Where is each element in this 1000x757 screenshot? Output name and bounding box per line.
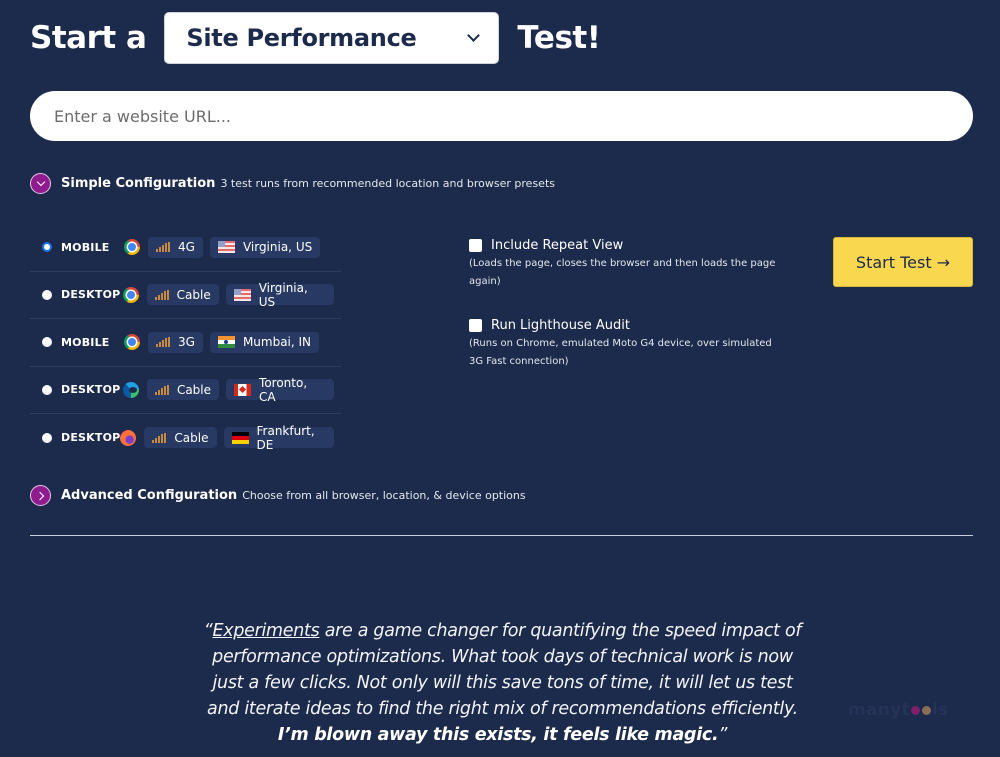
device-label: MOBILE (61, 335, 110, 349)
preset-option[interactable]: DESKTOP Cable Frankfurt, DE (30, 414, 341, 462)
radio-button[interactable] (42, 384, 52, 395)
advanced-config-title: Advanced Configuration (61, 488, 238, 503)
chevron-down-icon (467, 29, 481, 42)
connection-chip: Cable (146, 379, 220, 401)
test-type-select[interactable]: Site Performance (164, 12, 500, 64)
preset-option[interactable]: DESKTOP Cable Virginia, US (30, 272, 341, 319)
device-label: DESKTOP (61, 431, 121, 445)
radio-button[interactable] (42, 432, 52, 443)
lighthouse-option: Run Lighthouse Audit (Runs on Chrome, em… (469, 318, 789, 371)
chevron-right-icon (35, 491, 44, 500)
advanced-config-description: Choose from all browser, location, & dev… (242, 489, 526, 502)
location-label: Toronto, CA (259, 375, 308, 404)
start-test-button[interactable]: Start Test → (833, 237, 973, 287)
radio-button[interactable] (42, 289, 52, 300)
india-flag-icon (217, 336, 235, 349)
radio-button[interactable] (42, 242, 52, 253)
connection-chip: 3G (148, 331, 203, 353)
simple-config-title: Simple Configuration (61, 176, 216, 191)
connection-label: 3G (178, 335, 195, 350)
connection-chip: Cable (146, 284, 219, 306)
heading-suffix: Test! (517, 20, 601, 56)
repeat-view-note: (Loads the page, closes the browser and … (469, 258, 776, 287)
preset-list: MOBILE 4G Virginia, US DESKTOP Cable Vir… (30, 224, 341, 462)
radio-button[interactable] (42, 337, 52, 348)
signal-icon (156, 242, 170, 253)
location-chip: Virginia, US (209, 236, 321, 258)
chevron-down-icon (36, 177, 45, 187)
simple-config-description: 3 test runs from recommended location an… (220, 177, 555, 190)
chrome-icon (122, 286, 139, 303)
signal-icon (156, 337, 170, 348)
us-flag-icon (233, 288, 251, 301)
germany-flag-icon (231, 431, 249, 444)
connection-label: Cable (174, 430, 209, 445)
signal-icon (152, 432, 167, 443)
connection-chip: 4G (148, 236, 203, 258)
location-chip: Toronto, CA (226, 376, 334, 404)
testimonial-emphasis: I’m blown away this exists, it feels lik… (277, 725, 719, 745)
chrome-icon (124, 239, 140, 256)
lighthouse-note: (Runs on Chrome, emulated Moto G4 device… (469, 338, 772, 367)
lighthouse-label[interactable]: Run Lighthouse Audit (491, 318, 630, 333)
location-label: Virginia, US (242, 240, 313, 255)
watermark-text-end: ls (932, 700, 949, 720)
canada-flag-icon (234, 383, 252, 396)
signal-icon (154, 384, 169, 395)
connection-label: Cable (176, 287, 211, 302)
test-type-value: Site Performance (186, 24, 417, 52)
firefox-icon (120, 429, 137, 446)
us-flag-icon (217, 241, 235, 254)
open-quote: “ (203, 621, 213, 641)
signal-icon (154, 289, 169, 300)
watermark-text-start: manyt (848, 700, 910, 720)
lighthouse-checkbox[interactable] (469, 319, 482, 332)
url-input[interactable] (30, 91, 973, 141)
location-chip: Virginia, US (225, 281, 334, 309)
location-chip: Mumbai, IN (209, 331, 320, 353)
device-label: DESKTOP (61, 288, 121, 302)
expand-toggle-button[interactable] (30, 485, 51, 506)
location-label: Frankfurt, DE (256, 423, 315, 452)
edge-icon (122, 381, 139, 398)
watermark-dot-icon (922, 705, 931, 715)
connection-label: 4G (178, 240, 195, 255)
advanced-configuration-header[interactable]: Advanced Configuration Choose from all b… (30, 485, 526, 506)
preset-option[interactable]: MOBILE 4G Virginia, US (30, 224, 341, 272)
connection-label: Cable (176, 382, 212, 397)
preset-option[interactable]: DESKTOP Cable Toronto, CA (30, 367, 341, 414)
repeat-view-checkbox[interactable] (469, 239, 482, 252)
repeat-view-option: Include Repeat View (Loads the page, clo… (469, 238, 789, 291)
manytools-watermark: manyt ls (848, 700, 949, 720)
close-quote: ” (718, 725, 728, 745)
device-label: DESKTOP (61, 383, 121, 397)
testimonial-quote: “Experiments are a game changer for quan… (200, 618, 805, 748)
preset-option[interactable]: MOBILE 3G Mumbai, IN (30, 319, 341, 367)
chrome-icon (124, 334, 140, 351)
connection-chip: Cable (144, 427, 217, 449)
expand-toggle-button[interactable] (30, 173, 51, 194)
experiments-link[interactable]: Experiments (213, 621, 320, 641)
watermark-dot-icon (911, 705, 920, 715)
location-chip: Frankfurt, DE (223, 424, 334, 452)
section-divider (30, 535, 973, 536)
repeat-view-label[interactable]: Include Repeat View (491, 238, 623, 253)
heading-prefix: Start a (30, 20, 147, 56)
page-heading: Start a Site Performance Test! (30, 12, 601, 64)
location-label: Mumbai, IN (242, 335, 312, 350)
device-label: MOBILE (61, 240, 110, 254)
location-label: Virginia, US (258, 280, 308, 309)
simple-configuration-header[interactable]: Simple Configuration 3 test runs from re… (30, 173, 555, 194)
